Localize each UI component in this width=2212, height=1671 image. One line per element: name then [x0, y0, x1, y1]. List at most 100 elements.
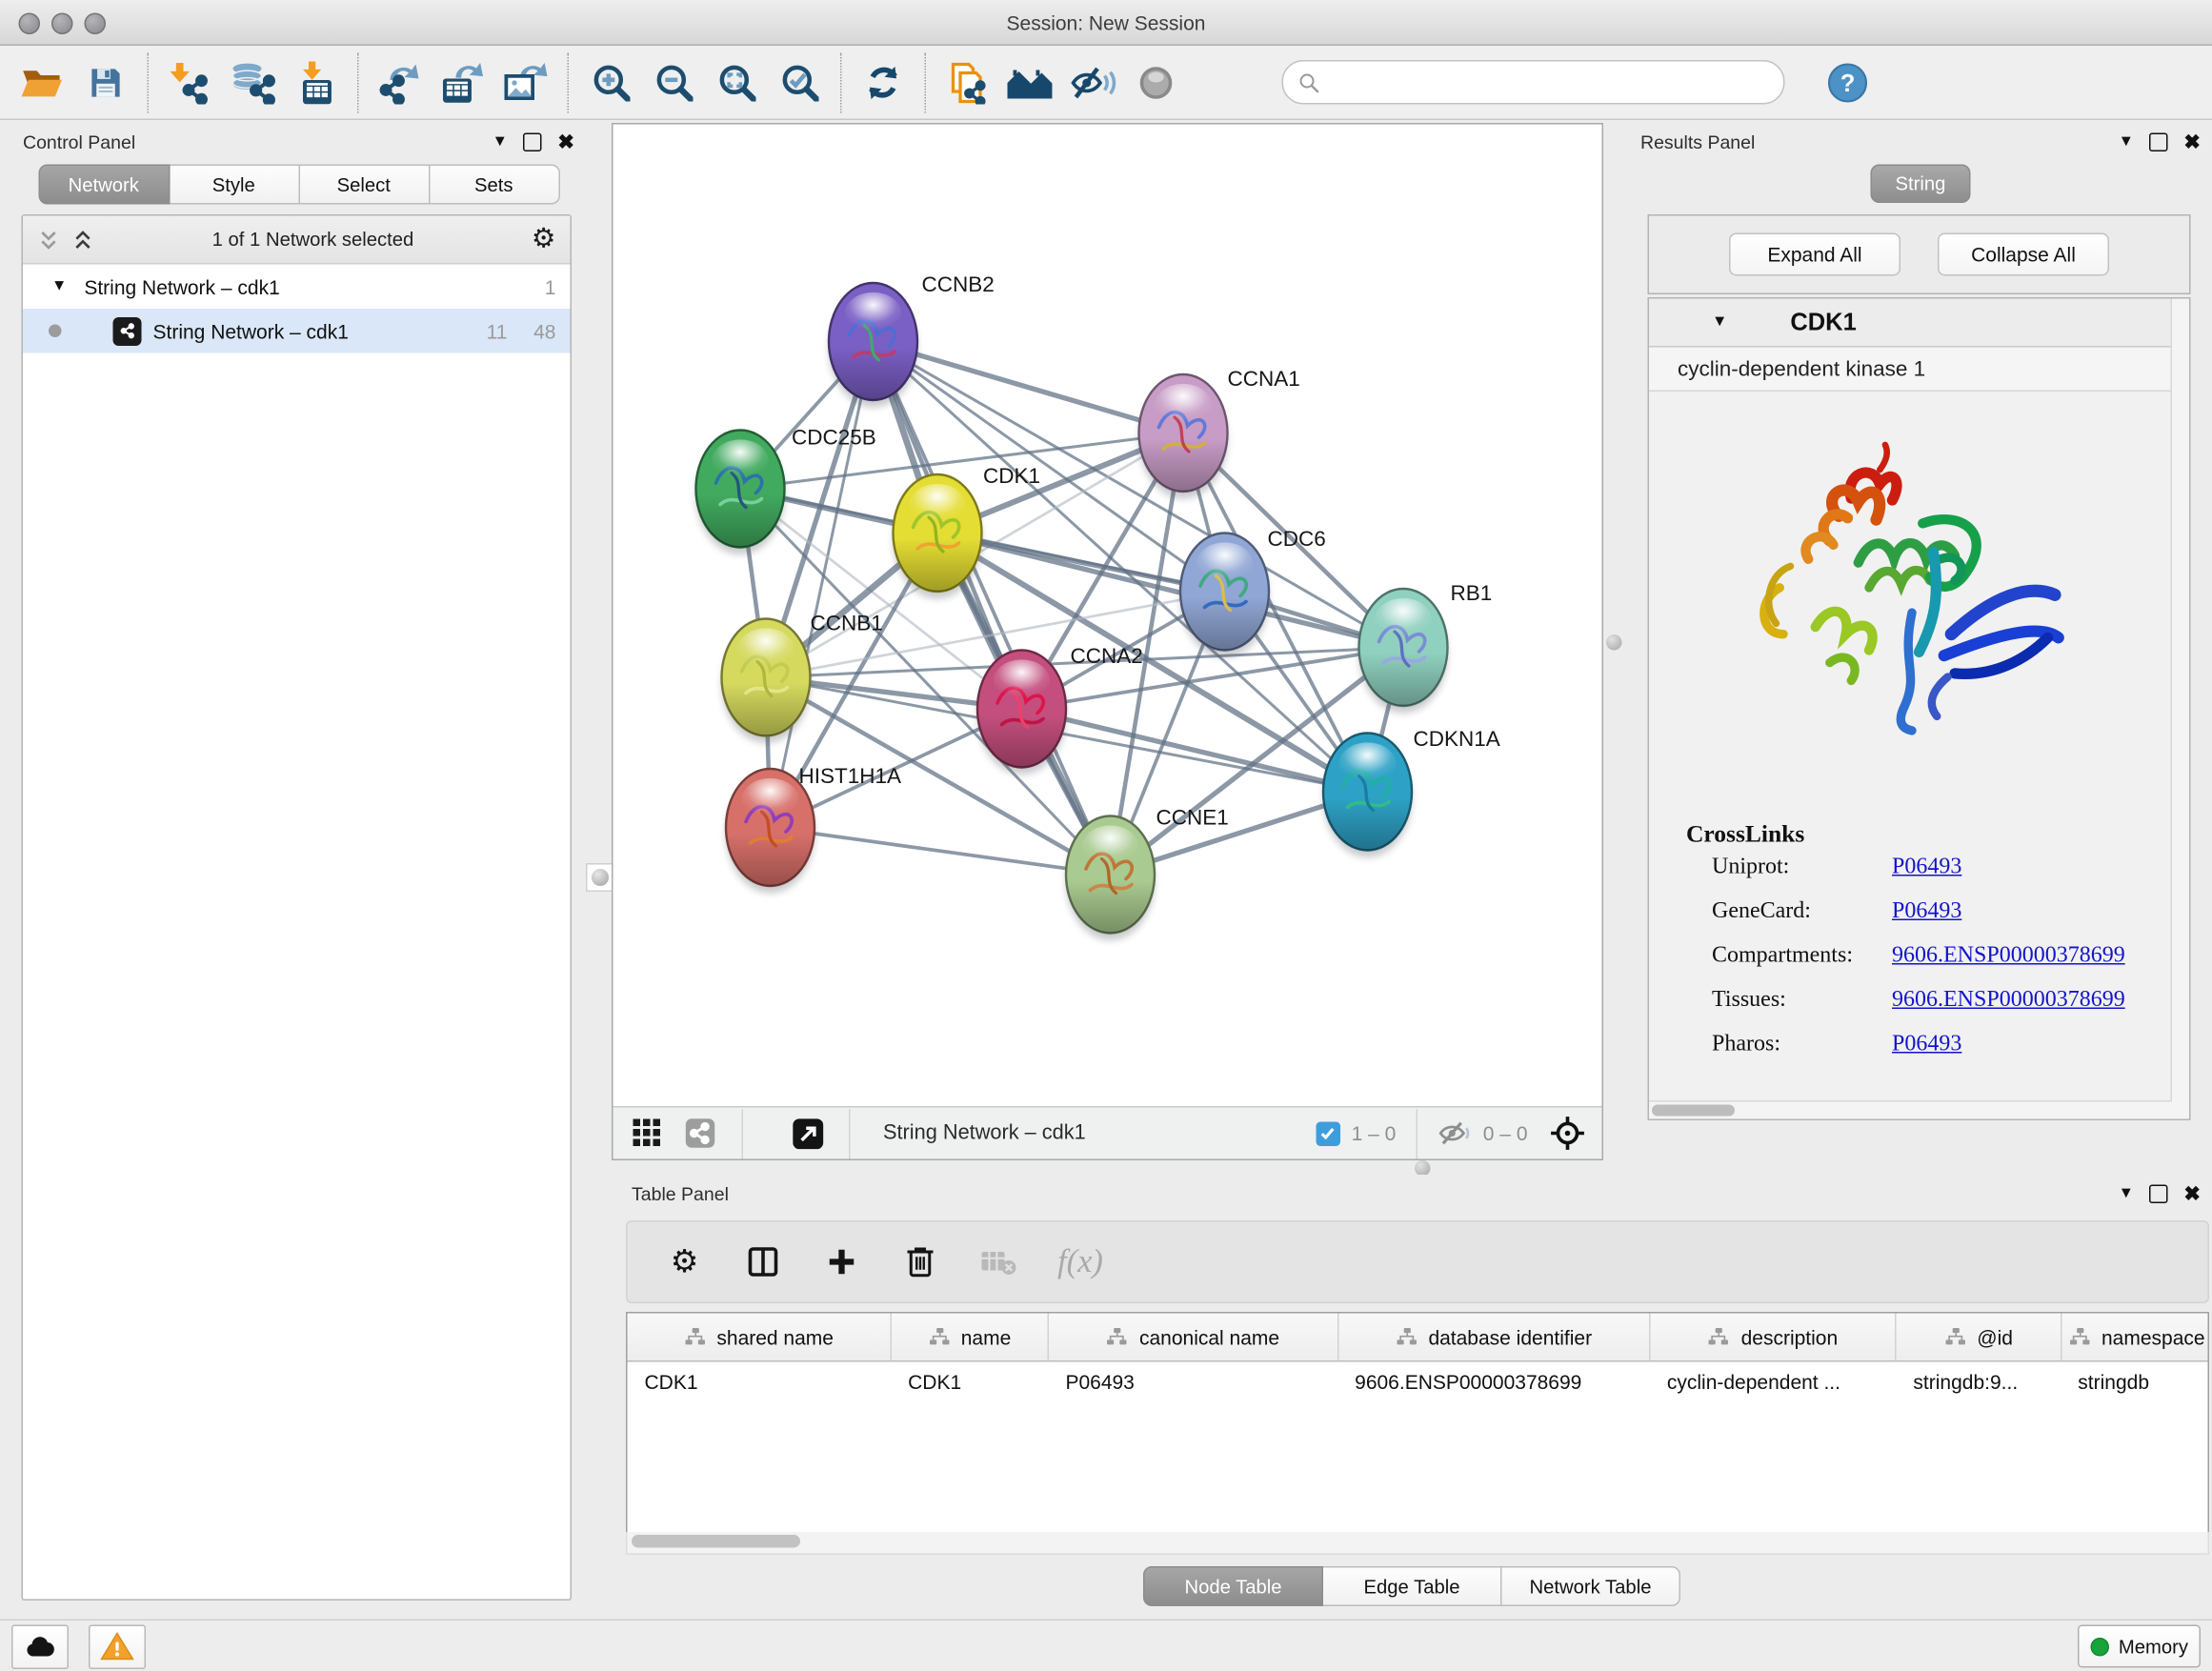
- import-network-button[interactable]: [159, 50, 222, 113]
- gene-collapse-icon[interactable]: ▼: [1712, 314, 1727, 331]
- gene-section-header[interactable]: ▼ CDK1: [1649, 299, 2189, 348]
- memory-button[interactable]: Memory: [2078, 1625, 2201, 1668]
- collapse-all-button[interactable]: Collapse All: [1938, 233, 2109, 276]
- column-header-namespace[interactable]: namespace: [2061, 1314, 2209, 1361]
- edge-CCNB2-HIST1H1A[interactable]: [771, 342, 874, 828]
- refresh-view-button[interactable]: [852, 50, 915, 113]
- warnings-button[interactable]: [89, 1624, 146, 1669]
- edge-CDK1-RB1[interactable]: [937, 534, 1403, 648]
- node-CCNE1[interactable]: CCNE1: [1066, 806, 1229, 941]
- tab-node-table[interactable]: Node Table: [1143, 1566, 1323, 1606]
- control-panel-close-icon[interactable]: ✖: [557, 131, 574, 151]
- collection-expander-icon[interactable]: ▼: [51, 279, 67, 295]
- edge-HIST1H1A-CCNE1[interactable]: [771, 828, 1111, 876]
- node-CCNB2[interactable]: CCNB2: [829, 272, 995, 408]
- column-header-canonical-name[interactable]: canonical name: [1048, 1314, 1337, 1361]
- table-horizontal-scrollbar[interactable]: [626, 1532, 2209, 1555]
- results-panel-maximize-icon[interactable]: [2149, 132, 2168, 151]
- search-field[interactable]: [1282, 60, 1785, 105]
- open-in-new-window-icon[interactable]: [788, 1114, 828, 1154]
- crosslink-link[interactable]: 9606.ENSP00000378699: [1892, 943, 2125, 969]
- tab-select[interactable]: Select: [299, 165, 430, 205]
- close-window-button[interactable]: [19, 13, 41, 35]
- first-neighbors-button[interactable]: [999, 50, 1062, 113]
- delete-row-button[interactable]: [900, 1242, 940, 1282]
- column-header-name[interactable]: name: [891, 1314, 1048, 1361]
- minimize-window-button[interactable]: [51, 13, 73, 35]
- network-row[interactable]: String Network – cdk1 11 48: [23, 309, 571, 353]
- edge-CCNB2-CCNE1[interactable]: [874, 342, 1111, 876]
- tab-sets[interactable]: Sets: [430, 165, 560, 205]
- node-CDC6[interactable]: CDC6: [1180, 527, 1326, 657]
- table-cell[interactable]: P06493: [1048, 1361, 1337, 1400]
- open-session-button[interactable]: [11, 50, 74, 113]
- node-CCNB1[interactable]: CCNB1: [722, 612, 883, 744]
- left-splitter-handle[interactable]: [586, 863, 614, 892]
- control-panel-maximize-icon[interactable]: [523, 132, 542, 151]
- expand-all-button[interactable]: Expand All: [1729, 233, 1900, 276]
- zoom-fit-button[interactable]: [705, 50, 768, 113]
- table-panel-close-icon[interactable]: ✖: [2183, 1183, 2201, 1203]
- results-panel-float-icon[interactable]: ▼: [2119, 133, 2134, 150]
- crosslink-link[interactable]: P06493: [1892, 1032, 1961, 1057]
- network-canvas[interactable]: CCNB2 CCNA1 CDC25B CDK1: [613, 125, 1602, 1108]
- column-header-description[interactable]: description: [1650, 1314, 1897, 1361]
- columns-button[interactable]: [743, 1242, 783, 1282]
- node-RB1[interactable]: RB1: [1359, 581, 1493, 714]
- show-annotations-button[interactable]: [1125, 50, 1188, 113]
- node-HIST1H1A[interactable]: HIST1H1A: [726, 764, 901, 894]
- control-panel-float-icon[interactable]: ▼: [493, 133, 508, 150]
- export-network-button[interactable]: [369, 50, 432, 113]
- zoom-out-button[interactable]: [642, 50, 705, 113]
- node-CCNA1[interactable]: CCNA1: [1139, 367, 1300, 498]
- crosslink-link[interactable]: P06493: [1892, 855, 1961, 880]
- birds-eye-crosshair-icon[interactable]: [1548, 1114, 1588, 1154]
- table-cell[interactable]: CDK1: [891, 1361, 1048, 1400]
- export-table-button[interactable]: [432, 50, 494, 113]
- table-panel-float-icon[interactable]: ▼: [2119, 1185, 2134, 1201]
- results-panel-close-icon[interactable]: ✖: [2183, 131, 2201, 151]
- hide-annotations-button[interactable]: [1062, 50, 1125, 113]
- export-image-button[interactable]: [494, 50, 557, 113]
- table-cell[interactable]: stringdb: [2061, 1361, 2209, 1400]
- birds-eye-grid-icon[interactable]: [628, 1114, 668, 1154]
- network-options-gear-icon[interactable]: ⚙: [532, 226, 556, 253]
- save-session-button[interactable]: [74, 50, 137, 113]
- table-settings-button[interactable]: ⚙: [665, 1242, 705, 1282]
- clone-network-button[interactable]: [936, 50, 999, 113]
- column-header-shared-name[interactable]: shared name: [628, 1314, 892, 1361]
- table-cell[interactable]: stringdb:9...: [1896, 1361, 2061, 1400]
- table-cell[interactable]: cyclin-dependent ...: [1650, 1361, 1897, 1400]
- import-table-button[interactable]: [285, 50, 348, 113]
- network-view-panel[interactable]: CCNB2 CCNA1 CDC25B CDK1: [612, 123, 1603, 1160]
- network-collection-row[interactable]: ▼ String Network – cdk1 1: [23, 265, 571, 310]
- crosslink-link[interactable]: P06493: [1892, 899, 1961, 925]
- table-panel-maximize-icon[interactable]: [2149, 1184, 2168, 1203]
- results-horizontal-scrollbar[interactable]: [1649, 1100, 2172, 1119]
- results-vertical-scrollbar[interactable]: [2171, 299, 2190, 1119]
- help-button[interactable]: ?: [1817, 50, 1880, 113]
- tab-edge-table[interactable]: Edge Table: [1323, 1566, 1502, 1606]
- table-row[interactable]: CDK1CDK1P064939606.ENSP00000378699cyclin…: [628, 1361, 2210, 1400]
- node-CDKN1A[interactable]: CDKN1A: [1323, 727, 1500, 857]
- edge-CCNB2-CCNA1[interactable]: [874, 342, 1184, 433]
- selected-items-checkbox[interactable]: [1316, 1121, 1340, 1146]
- table-cell[interactable]: 9606.ENSP00000378699: [1337, 1361, 1650, 1400]
- column-header-at-id[interactable]: @id: [1896, 1314, 2061, 1361]
- tab-network-table[interactable]: Network Table: [1502, 1566, 1681, 1606]
- tab-network[interactable]: Network: [38, 165, 170, 205]
- expand-all-networks-icon[interactable]: [71, 228, 94, 251]
- node-table[interactable]: shared name name canonical name database…: [626, 1312, 2209, 1535]
- tab-string[interactable]: String: [1871, 165, 1970, 204]
- right-splitter-handle[interactable]: [1606, 634, 1622, 651]
- zoom-selected-button[interactable]: [768, 50, 831, 113]
- crosslink-link[interactable]: 9606.ENSP00000378699: [1892, 988, 2125, 1014]
- add-row-button[interactable]: [822, 1242, 862, 1282]
- network-share-icon[interactable]: [680, 1114, 720, 1154]
- zoom-in-button[interactable]: [579, 50, 642, 113]
- tab-style[interactable]: Style: [170, 165, 300, 205]
- table-cell[interactable]: CDK1: [628, 1361, 892, 1400]
- zoom-window-button[interactable]: [85, 13, 107, 35]
- column-header-database-identifier[interactable]: database identifier: [1337, 1314, 1650, 1361]
- collapse-all-networks-icon[interactable]: [37, 228, 60, 251]
